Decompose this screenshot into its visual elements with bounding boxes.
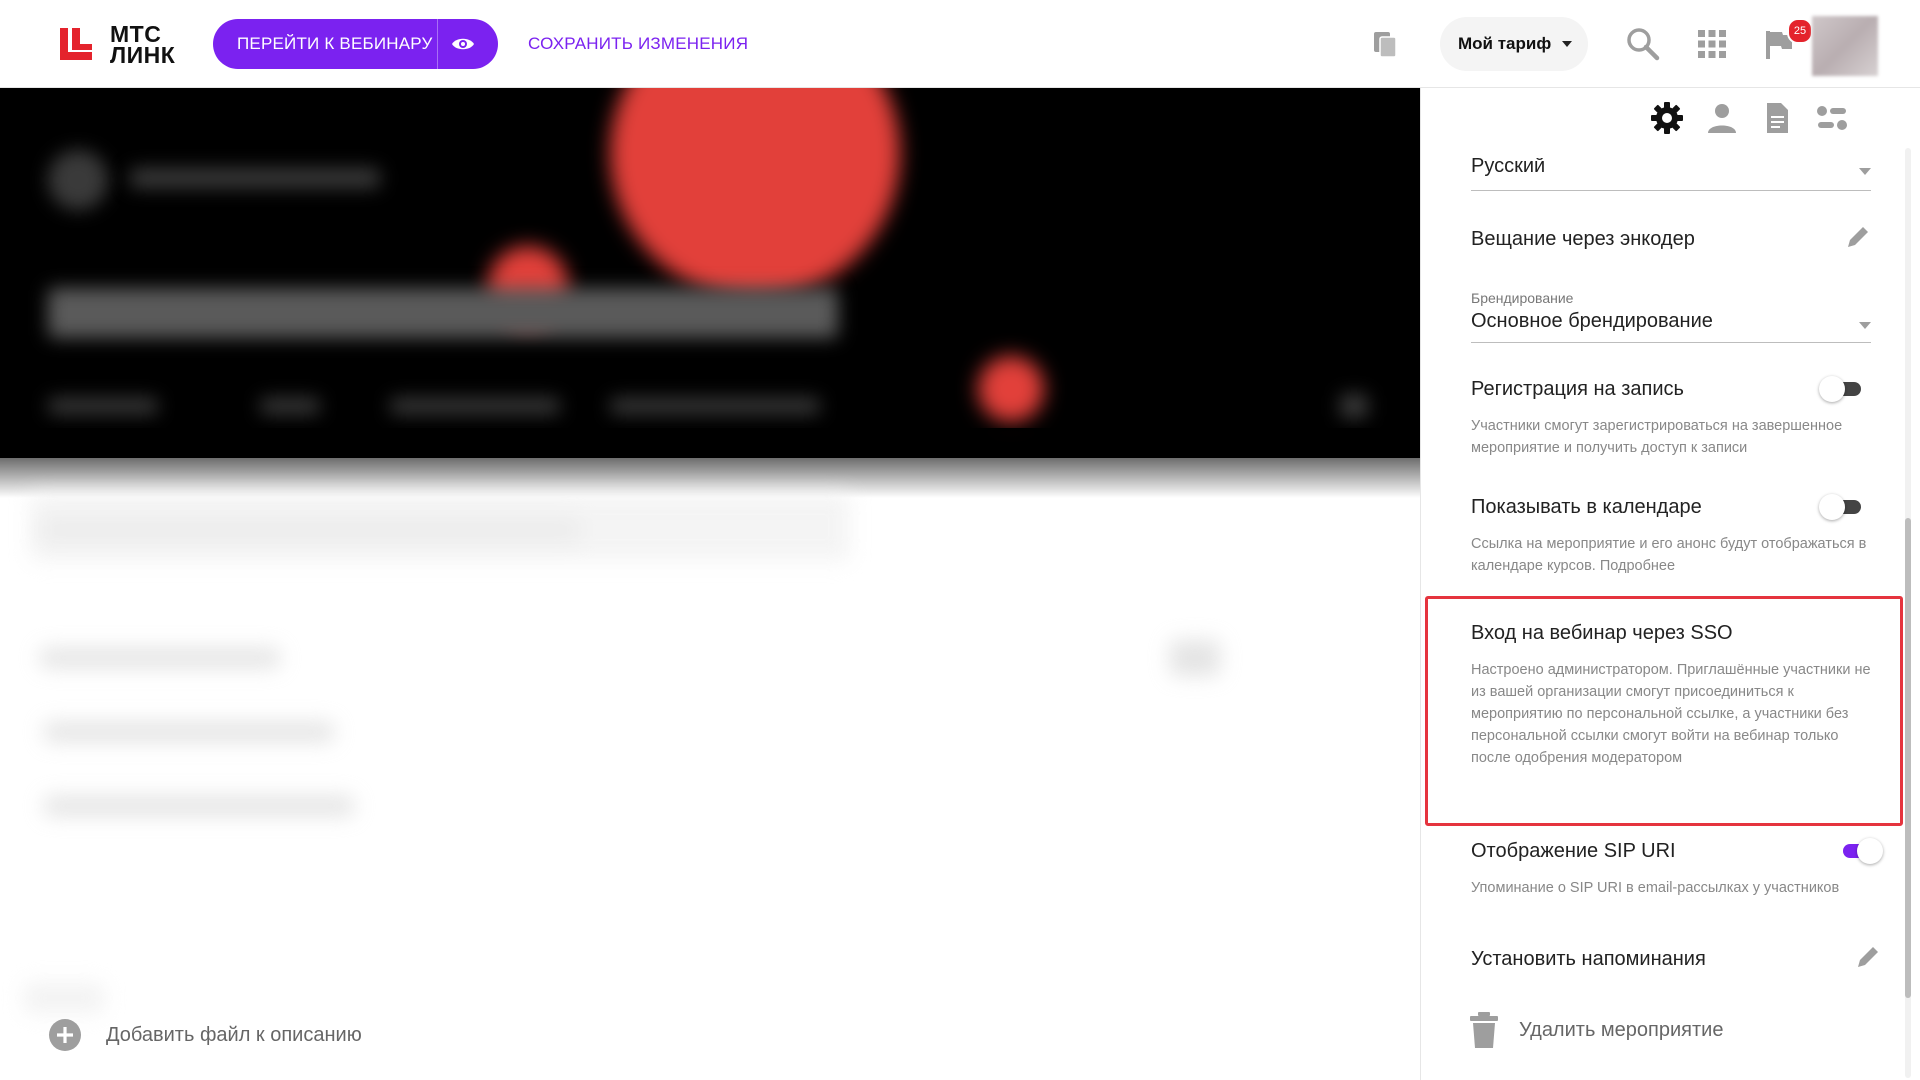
save-changes-button[interactable]: СОХРАНИТЬ ИЗМЕНЕНИЯ [528,0,748,88]
my-tariff-dropdown[interactable]: Мой тариф [1440,17,1588,71]
language-value: Русский [1471,158,1546,177]
person-icon[interactable] [1704,100,1740,136]
pencil-icon[interactable] [1845,224,1871,250]
blurred-shape [44,796,354,816]
button-divider [437,19,438,69]
sso-login-setting: Вход на вебинар через SSO Настроено адми… [1471,622,1871,812]
trash-icon [1470,1012,1498,1048]
set-reminders-row[interactable]: Установить напоминания [1471,947,1878,978]
blurred-shape [48,150,108,210]
settings-tabs [1421,88,1920,148]
recording-registration-title: Регистрация на запись [1471,378,1684,400]
show-in-calendar-toggle[interactable] [1819,492,1867,522]
branding-value: Основное брендирование [1471,310,1713,332]
language-dropdown[interactable]: Русский [1471,158,1871,182]
show-in-calendar-setting: Показывать в календаре Ссылка на меропри… [1471,494,1871,576]
event-settings-panel: Русский Вещание через энкодер Брендирова… [1420,88,1920,1080]
encoder-broadcast-row[interactable]: Вещание через энкодер [1471,227,1871,258]
event-cover-blurred [0,88,1420,458]
blurred-shape [610,88,900,298]
cover-fade [0,428,1420,498]
list-settings-icon[interactable] [1814,100,1850,136]
delete-event-label: Удалить мероприятие [1519,1019,1724,1041]
toggle-knob [1857,838,1883,864]
blurred-shape [48,398,158,414]
pencil-icon[interactable] [1855,944,1881,970]
add-circle-icon [49,1019,81,1051]
blurred-shape [390,398,560,414]
scrollbar-thumb[interactable] [1905,518,1911,998]
tariff-label: Мой тариф [1458,34,1552,53]
branding-label: Брендирование [1471,290,1574,306]
logo-mark-icon [60,28,92,60]
toggle-knob [1819,376,1845,402]
recording-registration-toggle[interactable] [1819,374,1867,404]
eye-icon[interactable] [451,34,475,54]
sso-login-title: Вход на вебинар через SSO [1471,622,1733,644]
gear-icon[interactable] [1649,100,1685,136]
caret-down-icon [1859,168,1871,175]
blurred-shape [1340,394,1368,418]
show-in-calendar-description: Ссылка на мероприятие и его анонс будут … [1471,536,1867,574]
blurred-shape [1170,640,1220,676]
logo-text: МТС ЛИНК [110,21,176,68]
avatar[interactable] [1812,16,1878,76]
copy-icon[interactable] [1372,30,1400,60]
go-to-webinar-button[interactable]: ПЕРЕЙТИ К ВЕБИНАРУ [213,19,498,69]
add-file-label: Добавить файл к описанию [106,1024,362,1046]
sip-uri-setting: Отображение SIP URI Упоминание о SIP URI… [1471,838,1883,900]
encoder-label: Вещание через энкодер [1471,228,1695,250]
recording-registration-description: Участники смогут зарегистрироваться на з… [1471,418,1843,456]
caret-down-icon [1859,322,1871,329]
top-bar: МТС ЛИНК ПЕРЕЙТИ К ВЕБИНАРУ СОХРАНИТЬ ИЗ… [0,0,1920,88]
toggle-knob [1819,494,1845,520]
branding-underline [1471,342,1871,343]
language-underline [1471,190,1871,191]
search-icon[interactable] [1626,27,1660,61]
reminders-label: Установить напоминания [1471,948,1706,970]
blurred-shape [978,356,1044,422]
sip-uri-title: Отображение SIP URI [1471,840,1676,862]
blurred-shape [30,493,850,561]
blurred-shape [24,983,104,1013]
sip-uri-description: Упоминание о SIP URI в email-рассылках у… [1471,880,1840,896]
event-preview-area: Добавить файл к описанию [0,88,1420,1080]
show-in-calendar-title: Показывать в календаре [1471,496,1702,518]
document-icon[interactable] [1759,100,1795,136]
blurred-shape [260,398,320,414]
sip-uri-toggle[interactable] [1835,836,1883,866]
notifications-badge: 25 [1787,18,1813,44]
caret-down-icon [1562,41,1572,47]
blurred-shape [44,722,334,742]
go-to-webinar-label: ПЕРЕЙТИ К ВЕБИНАРУ [237,34,433,53]
blurred-shape [48,288,838,338]
mts-link-logo[interactable]: МТС ЛИНК [58,21,188,68]
blurred-shape [610,398,820,414]
recording-registration-setting: Регистрация на запись Участники смогут з… [1471,376,1871,458]
branding-dropdown[interactable]: Брендирование Основное брендирование [1471,290,1871,350]
blurred-shape [40,648,280,668]
sso-login-description: Настроено администратором. Приглашённые … [1471,662,1871,766]
apps-grid-icon[interactable] [1698,30,1726,58]
blurred-shape [130,168,380,188]
